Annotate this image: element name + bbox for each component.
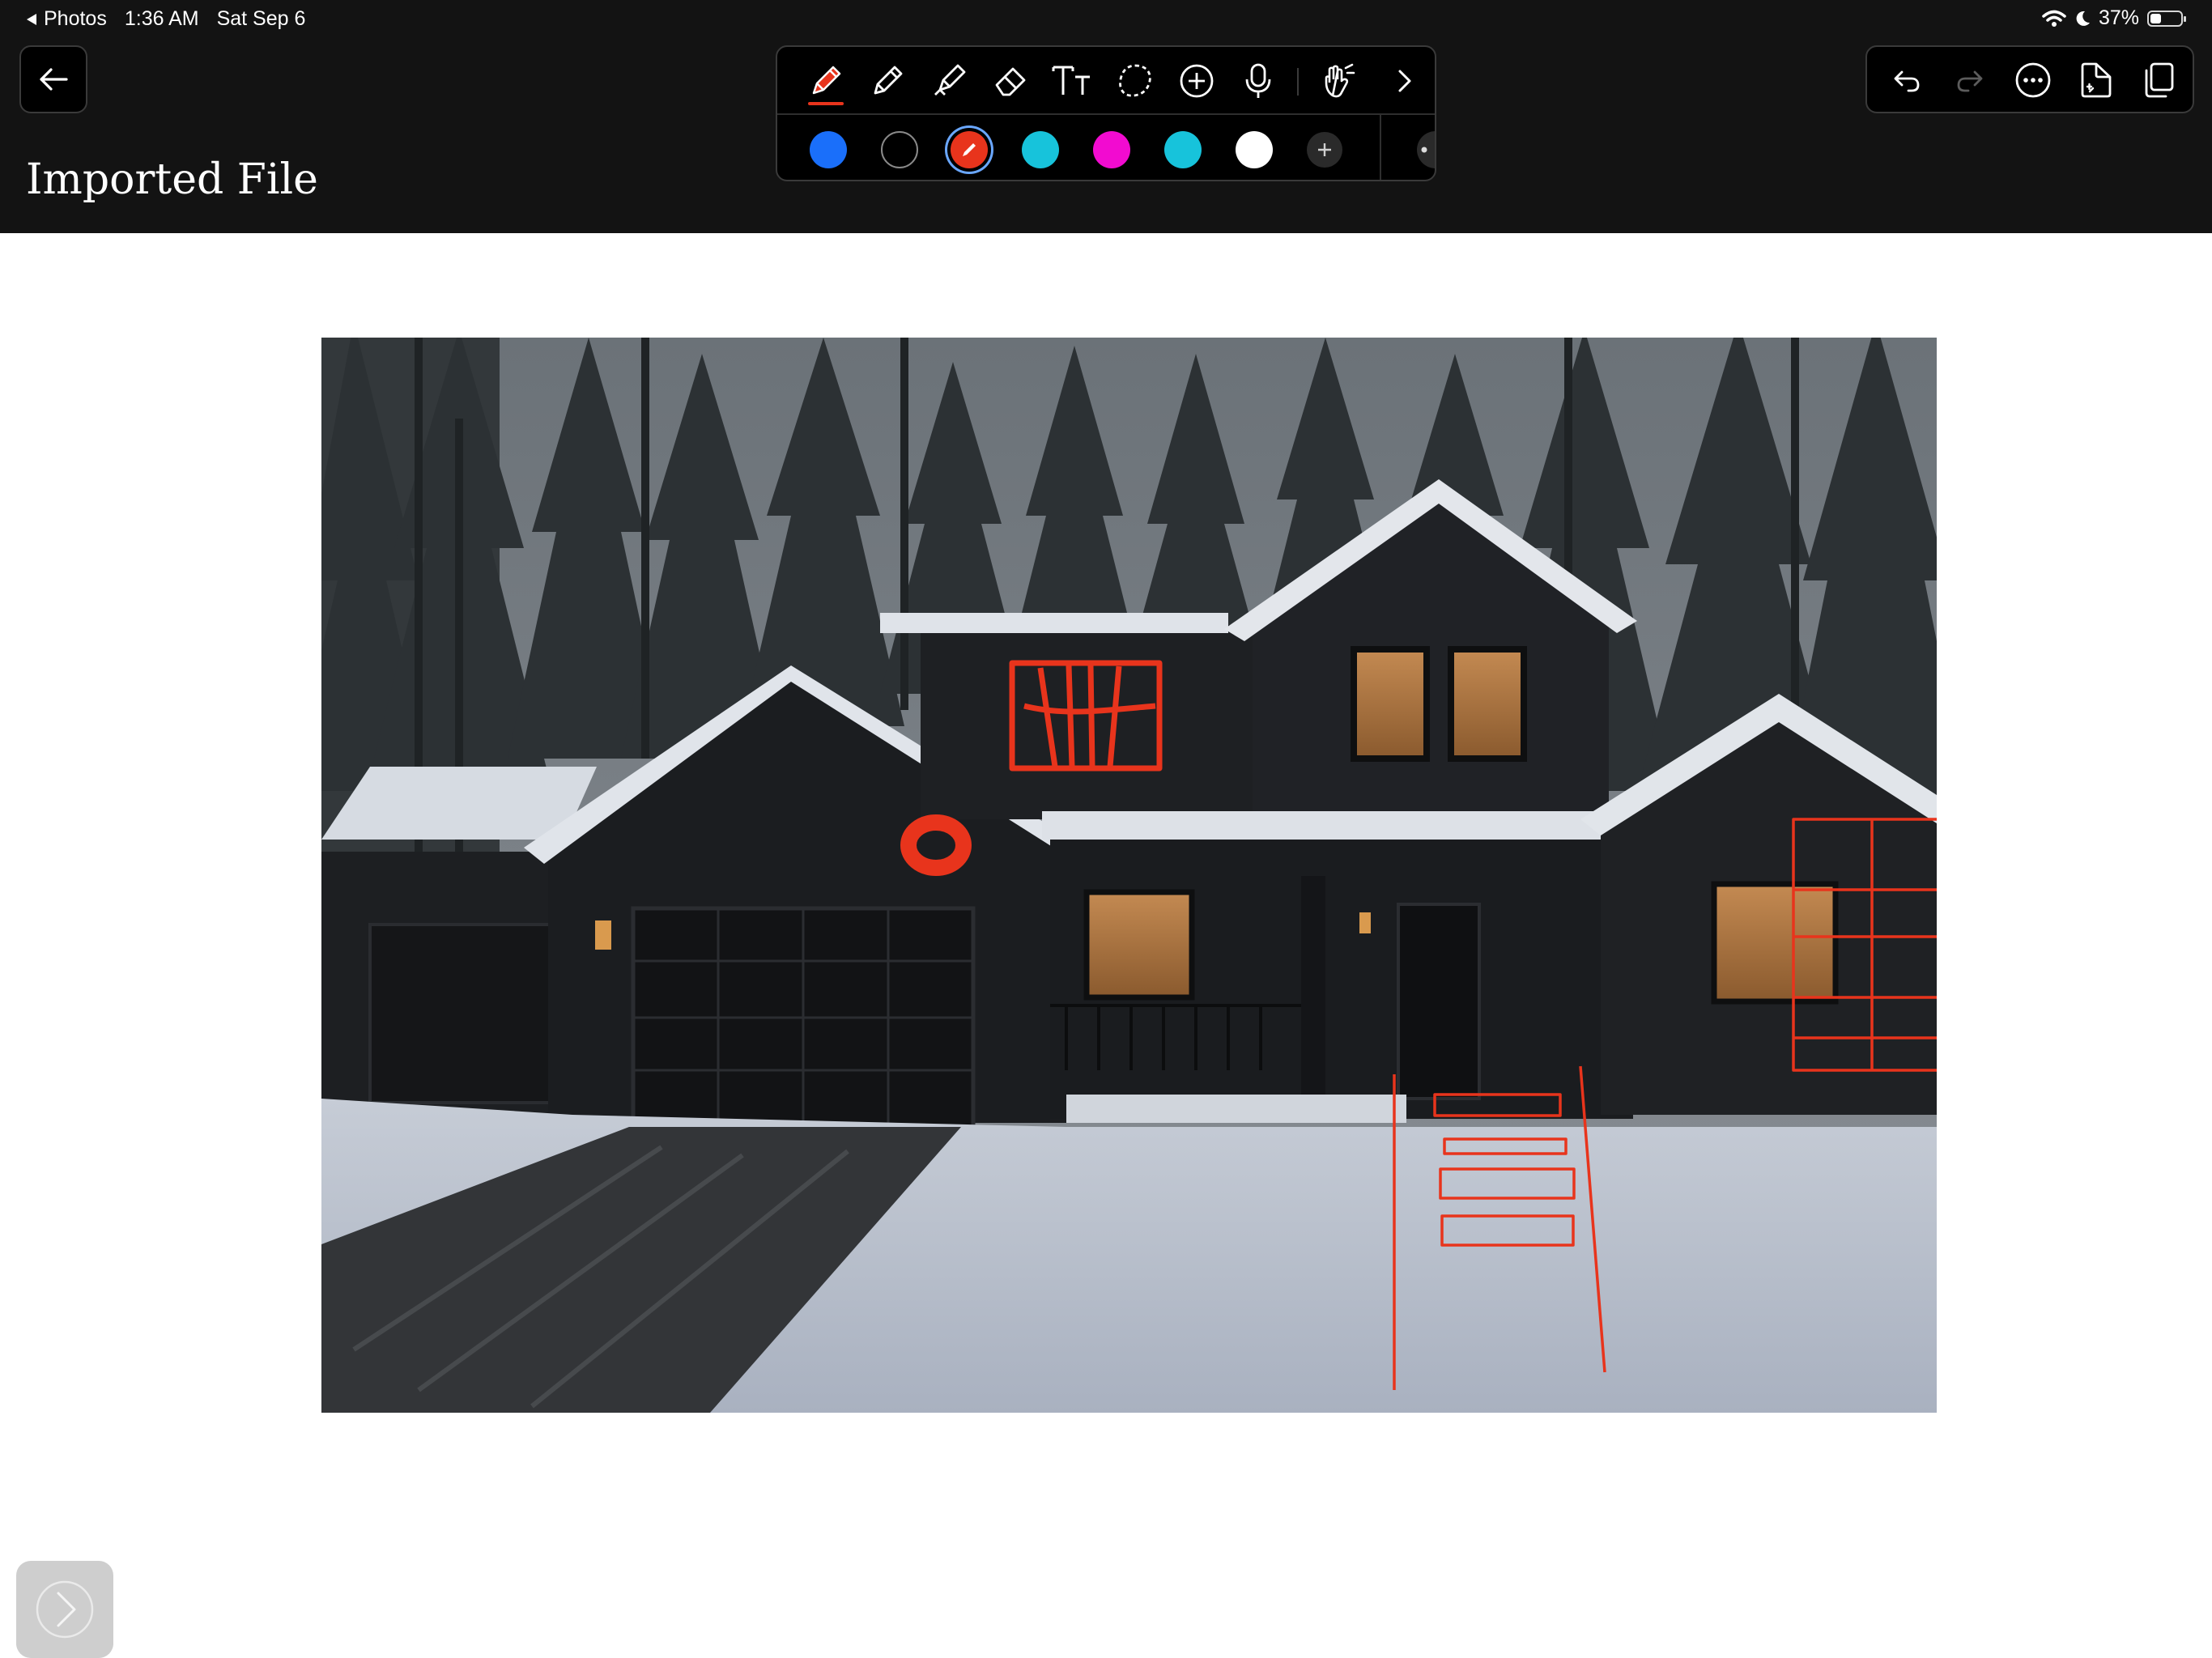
status-bar: Photos 1:36 AM Sat Sep 6 37%	[0, 0, 2212, 39]
plus-icon	[1318, 143, 1331, 156]
chevron-right-circle-icon	[36, 1580, 94, 1639]
export-button[interactable]	[2074, 58, 2118, 102]
dot-icon	[1421, 147, 1427, 153]
front-door	[1397, 903, 1481, 1100]
color-swatch-cyan-2[interactable]	[1164, 131, 1202, 168]
color-swatch-red-selected[interactable]	[951, 131, 988, 168]
battery-percentage: 37%	[2098, 6, 2139, 29]
color-swatch-cyan[interactable]	[1022, 131, 1059, 168]
redo-icon	[1957, 70, 1983, 92]
undo-icon	[1894, 70, 1920, 92]
highlighter-tool[interactable]	[928, 60, 970, 102]
upper-middle-wall	[921, 625, 1253, 819]
active-tool-indicator	[808, 102, 844, 105]
more-icon	[2015, 62, 2051, 98]
status-time: 1:36 AM	[124, 7, 199, 30]
add-shape-icon	[1180, 64, 1214, 98]
wall-lantern-left	[595, 920, 611, 950]
right-wing-window	[1711, 881, 1839, 1005]
chevron-right-icon	[1398, 70, 1411, 92]
color-swatch-magenta[interactable]	[1093, 131, 1130, 168]
upper-window-right	[1448, 646, 1527, 762]
upper-window-left	[1351, 646, 1430, 762]
color-swatch-black[interactable]	[881, 131, 918, 168]
small-garage-door	[368, 923, 558, 1104]
eraser-tool[interactable]	[989, 60, 1032, 102]
highlighter-icon	[934, 64, 966, 96]
battery-icon	[2147, 10, 2186, 27]
color-swatch-white[interactable]	[1236, 131, 1273, 168]
arrow-left-icon	[40, 68, 68, 91]
lasso-tool[interactable]	[1114, 60, 1156, 102]
text-tool[interactable]	[1051, 60, 1093, 102]
back-to-app-link[interactable]: Photos	[26, 7, 107, 31]
color-swatch-blue[interactable]	[810, 131, 847, 168]
imported-photo[interactable]	[321, 338, 1937, 1413]
back-button[interactable]	[19, 45, 87, 113]
document-title: Imported File	[26, 155, 318, 204]
microphone-tool[interactable]	[1237, 60, 1279, 102]
palette-divider	[1380, 115, 1381, 180]
status-date: Sat Sep 6	[216, 7, 306, 30]
wifi-icon	[2042, 10, 2066, 27]
text-tool-icon	[1052, 66, 1090, 95]
add-shape-tool[interactable]	[1176, 60, 1218, 102]
more-colors-button[interactable]	[1417, 131, 1435, 168]
add-color-button[interactable]	[1307, 132, 1342, 168]
more-tools-button[interactable]	[1383, 60, 1425, 102]
undo-button[interactable]	[1885, 58, 1929, 102]
lasso-icon	[1119, 64, 1151, 97]
pen-tool[interactable]	[805, 60, 847, 102]
color-palette	[777, 115, 1435, 180]
moon-icon	[2076, 11, 2090, 26]
tool-row	[777, 47, 1435, 115]
pen-selected-icon	[963, 143, 976, 156]
house-photo-illustration	[321, 338, 1937, 1413]
pages-button[interactable]	[2136, 58, 2180, 102]
export-icon	[2081, 62, 2112, 98]
document-actions-toolbar	[1865, 45, 2194, 113]
app-header: Photos 1:36 AM Sat Sep 6 37% Imported Fi…	[0, 0, 2212, 233]
more-options-button[interactable]	[2011, 58, 2055, 102]
pages-icon	[2145, 62, 2174, 98]
pencil-icon	[874, 66, 903, 95]
microphone-icon	[1245, 63, 1271, 98]
pencil-tool[interactable]	[866, 60, 908, 102]
pen-icon	[812, 66, 841, 95]
battery-fill	[2150, 13, 2161, 23]
drawing-toolbar	[776, 45, 1436, 181]
back-triangle-icon	[27, 13, 36, 25]
next-page-button[interactable]	[16, 1561, 113, 1658]
touch-gesture-tool[interactable]	[1318, 60, 1360, 102]
touch-gesture-icon	[1325, 63, 1355, 98]
eraser-icon	[995, 67, 1026, 96]
redo-button[interactable]	[1948, 58, 1992, 102]
tool-divider	[1297, 68, 1299, 96]
porch-window	[1083, 889, 1195, 1001]
back-app-label: Photos	[44, 7, 107, 30]
